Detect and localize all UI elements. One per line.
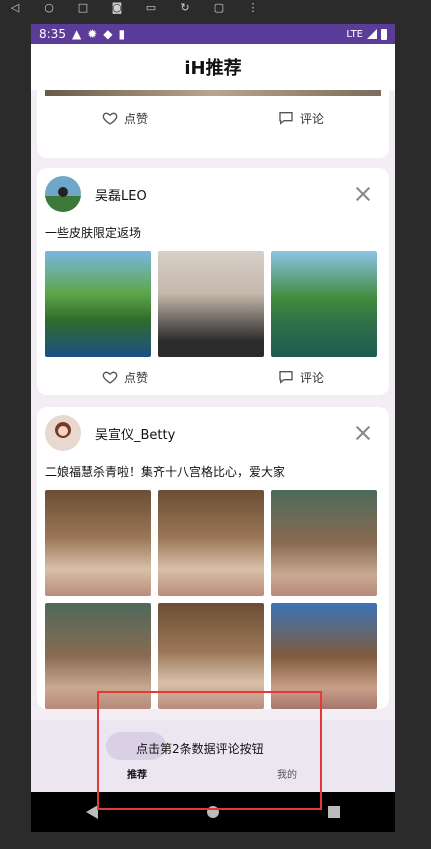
back-icon[interactable] [85, 805, 98, 819]
like-label: 点赞 [123, 370, 148, 385]
post-image[interactable] [45, 490, 151, 596]
host-toolbar: ◁ ○ □ ◙ ▭ ↻ ▢ ⋮ [0, 0, 431, 14]
avatar[interactable] [45, 176, 81, 212]
post-image[interactable] [158, 251, 264, 357]
comment-button[interactable]: 评论 [278, 369, 324, 386]
username[interactable]: 吴磊LEO [95, 185, 355, 204]
nav-item-mine[interactable]: 我的 [277, 766, 297, 781]
battery-icon [381, 28, 387, 40]
comment-label: 评论 [299, 370, 324, 385]
sd-card-icon: ▮ [118, 27, 126, 41]
post-image[interactable] [271, 490, 377, 596]
network-label: LTE [346, 28, 363, 40]
like-button[interactable]: 点赞 [102, 110, 148, 127]
post-image[interactable] [158, 603, 264, 709]
rotate-icon[interactable]: ↻ [178, 1, 192, 14]
status-time: 8:35 [39, 27, 66, 41]
comment-button[interactable]: 评论 [278, 110, 324, 127]
post-card-previous: 点赞 评论 [37, 90, 389, 158]
like-button[interactable]: 点赞 [102, 369, 148, 386]
camera-icon[interactable]: ◙ [110, 1, 124, 14]
nav-item-recommend[interactable]: 推荐 [127, 766, 147, 781]
phone-screen: 8:35 ▲ ✹ ◆ ▮ LTE iH推荐 点赞 评论 吴磊LEO 一些皮肤限定… [31, 24, 395, 832]
gear-icon: ✹ [87, 27, 98, 41]
like-label: 点赞 [123, 111, 148, 126]
overview-icon[interactable]: □ [76, 1, 90, 14]
more-icon[interactable]: ⋮ [246, 1, 260, 14]
back-icon[interactable]: ◁ [8, 1, 22, 14]
post-image-partial [45, 90, 381, 96]
post-image[interactable] [45, 603, 151, 709]
page-title: iH推荐 [184, 58, 242, 79]
recents-icon[interactable] [328, 806, 341, 818]
comment-icon [279, 112, 293, 125]
video-icon[interactable]: ▭ [144, 1, 158, 14]
shield-icon: ◆ [103, 27, 113, 41]
post-text: 一些皮肤限定返场 [45, 226, 142, 240]
close-icon[interactable] [355, 425, 371, 441]
post-text: 二娘福慧杀青啦！集齐十八宫格比心，爱大家 [45, 465, 286, 479]
username[interactable]: 吴宣仪_Betty [95, 424, 355, 443]
home-icon[interactable] [206, 806, 219, 818]
comment-icon [279, 371, 293, 384]
post-image[interactable] [45, 251, 151, 357]
avatar[interactable] [45, 415, 81, 451]
heart-icon [102, 112, 118, 125]
post-image[interactable] [271, 603, 377, 709]
post-card: 吴磊LEO 一些皮肤限定返场 点赞 评论 [37, 168, 389, 395]
image-grid [37, 251, 389, 357]
system-nav-bar [31, 792, 395, 832]
app-bar: iH推荐 [31, 44, 395, 90]
signal-icon [367, 29, 377, 39]
post-card: 吴宣仪_Betty 二娘福慧杀青啦！集齐十八宫格比心，爱大家 [37, 407, 389, 709]
home-icon[interactable]: ○ [42, 1, 56, 14]
warning-icon: ▲ [71, 27, 82, 41]
status-bar: 8:35 ▲ ✹ ◆ ▮ LTE [31, 24, 395, 44]
toast-message: 点击第2条数据评论按钮 [136, 742, 264, 756]
image-grid [37, 490, 389, 709]
device-icon[interactable]: ▢ [212, 1, 226, 14]
heart-icon [102, 371, 118, 384]
comment-label: 评论 [299, 111, 324, 126]
post-image[interactable] [271, 251, 377, 357]
close-icon[interactable] [355, 186, 371, 202]
post-image[interactable] [158, 490, 264, 596]
